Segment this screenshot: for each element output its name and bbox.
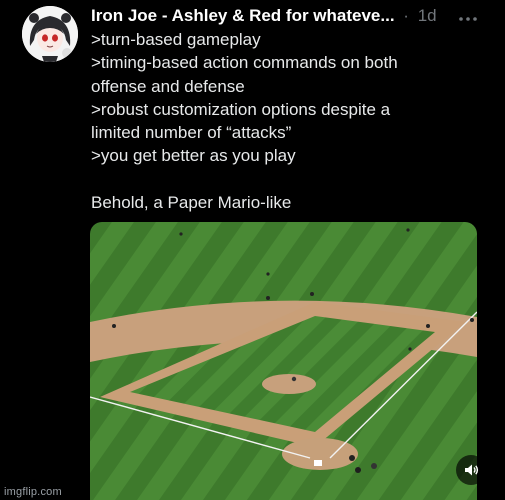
volume-button[interactable] <box>456 455 486 485</box>
more-options-icon[interactable] <box>458 10 478 21</box>
post-text-line: Behold, a Paper Mario-like <box>91 193 292 213</box>
post-text-line: >you get better as you play <box>91 146 296 166</box>
post-body: >turn-based gameplay >timing-based actio… <box>91 28 491 214</box>
post-header: Iron Joe - Ashley & Red for whateve... ·… <box>91 4 491 28</box>
author-name[interactable]: Iron Joe - Ashley & Red for whateve... <box>91 6 395 25</box>
post-separator: · <box>403 6 409 25</box>
post-text-line: >robust customization options despite a <box>91 99 391 119</box>
post-text-line: >turn-based gameplay <box>91 30 261 49</box>
post-text-line: limited number of “attacks” <box>91 123 292 143</box>
post-timestamp[interactable]: 1d <box>418 6 437 25</box>
post-text-blank-line <box>91 168 491 191</box>
post-text-line: >timing-based action commands on both <box>91 53 398 73</box>
post-text-line: offense and defense <box>91 76 245 96</box>
imgflip-watermark: imgflip.com <box>4 486 62 498</box>
baseball-field-image <box>90 222 477 500</box>
author-avatar[interactable] <box>22 6 78 62</box>
post-media-video[interactable] <box>90 222 477 500</box>
speaker-volume-icon <box>465 464 479 476</box>
anime-avatar-icon <box>22 6 78 62</box>
